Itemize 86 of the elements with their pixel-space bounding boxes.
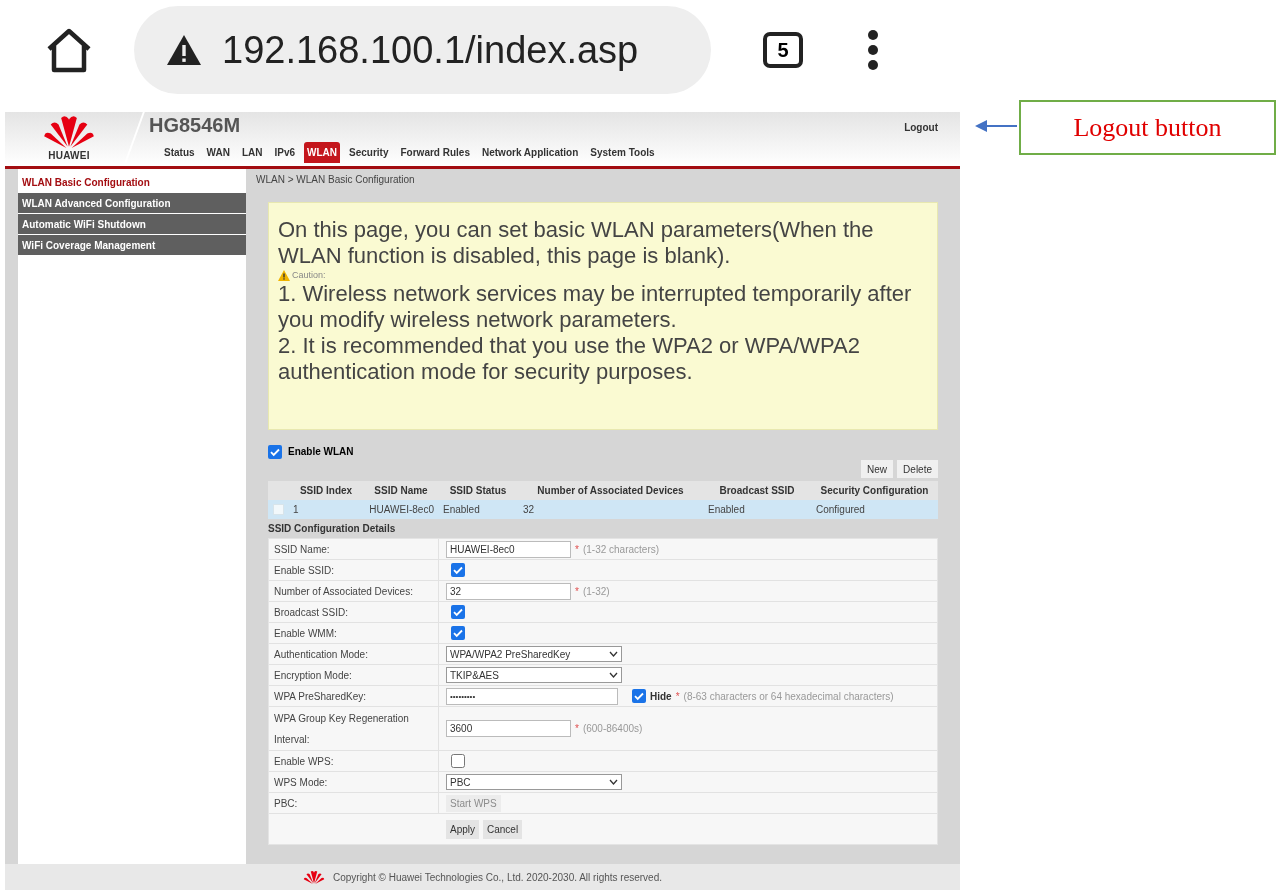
- column-header: Number of Associated Devices: [537, 484, 684, 498]
- nav-tab[interactable]: Network Application: [479, 142, 582, 163]
- annotation-label: Logout button: [1019, 100, 1276, 155]
- field-label: SSID Name:: [274, 542, 330, 557]
- column-header: Broadcast SSID: [719, 484, 795, 498]
- required-mark: *: [675, 689, 680, 704]
- checkbox[interactable]: [632, 689, 646, 703]
- field-hint: (600-86400s): [582, 722, 643, 736]
- checkbox[interactable]: [451, 754, 465, 768]
- field-label: Encryption Mode:: [274, 668, 352, 683]
- checkbox[interactable]: [451, 605, 465, 619]
- caution-label: Caution:: [292, 269, 326, 281]
- url-text: 192.168.100.1/index.asp: [222, 27, 639, 73]
- nav-tab[interactable]: Security: [346, 142, 392, 163]
- dropdown[interactable]: WPA/WPA2 PreSharedKey: [446, 646, 622, 662]
- caret-icon: [609, 651, 618, 657]
- caret-icon: [609, 672, 618, 678]
- action-button[interactable]: Apply: [446, 819, 479, 839]
- nav-tab[interactable]: Forward Rules: [397, 142, 473, 163]
- petal-logo-icon: [302, 870, 325, 884]
- field-label: Enable WPS:: [274, 754, 334, 769]
- address-bar[interactable]: 192.168.100.1/index.asp: [134, 6, 711, 94]
- model-name: HG8546M: [149, 113, 242, 138]
- field-label: Authentication Mode:: [274, 647, 368, 662]
- action-button[interactable]: Cancel: [483, 819, 523, 839]
- table-cell-text: 32: [523, 503, 535, 517]
- field-hint: (1-32 characters): [582, 542, 660, 557]
- warning-icon: [278, 269, 290, 281]
- sidebar-item[interactable]: WLAN Advanced Configuration: [18, 193, 246, 213]
- notice-text: 2. It is recommended that you use the WPA2 or WPA/WPA2 authentication mode for security purposes.: [278, 333, 861, 385]
- checkbox[interactable]: [451, 563, 465, 577]
- sidebar-item[interactable]: WiFi Coverage Management: [18, 235, 246, 255]
- field-label: WPS Mode:: [274, 775, 328, 790]
- warning-icon: [166, 34, 202, 66]
- field-label: Enable WMM:: [274, 626, 337, 641]
- table-cell-text: Configured: [816, 503, 865, 517]
- table-button[interactable]: New: [861, 460, 894, 478]
- required-mark: *: [575, 584, 579, 599]
- field-label: Number of Associated Devices:: [274, 584, 413, 599]
- copyright-text: Copyright © Huawei Technologies Co., Ltd. 2020-2030. All rights reserved.: [332, 870, 662, 885]
- nav-tab[interactable]: WLAN: [304, 142, 341, 163]
- tab-count[interactable]: 5: [763, 32, 803, 68]
- input-field[interactable]: 32: [446, 582, 571, 600]
- column-header: SSID Status: [449, 484, 507, 498]
- nav-tab[interactable]: IPv6: [271, 142, 299, 163]
- required-mark: *: [575, 542, 579, 557]
- required-mark: *: [575, 722, 579, 736]
- dropdown[interactable]: PBC: [446, 774, 622, 790]
- logout-link[interactable]: Logout: [904, 120, 938, 135]
- table-button[interactable]: Delete: [897, 460, 938, 478]
- nav-tab[interactable]: WAN: [203, 142, 233, 163]
- brand-name: HUAWEI: [48, 149, 90, 163]
- notice-text: On this page, you can set basic WLAN parameters(When the WLAN function is disabled, this page is blank).: [278, 217, 875, 269]
- checkbox[interactable]: [451, 626, 465, 640]
- checkbox-label: Enable WLAN: [288, 445, 354, 459]
- breadcrumb: WLAN > WLAN Basic Configuration: [256, 172, 415, 187]
- field-label: WPA Group Key Regeneration Interval:: [274, 711, 410, 747]
- column-header: SSID Index: [299, 484, 353, 498]
- checkbox-label: Hide: [650, 689, 672, 704]
- table-row[interactable]: 1 HUAWEI-8ec0 Enabled 32 Enabled Configured: [268, 500, 938, 519]
- menu-icon[interactable]: [867, 30, 879, 70]
- table-cell-text: 1: [293, 503, 299, 517]
- dropdown[interactable]: TKIP&AES: [446, 667, 622, 683]
- nav-tab[interactable]: LAN: [238, 142, 266, 163]
- notice-text: 1. Wireless network services may be interrupted temporarily after you modify wireless network parameters.: [278, 281, 913, 333]
- field-label: Enable SSID:: [274, 563, 335, 578]
- section-title: SSID Configuration Details: [268, 522, 397, 536]
- field-hint: (8-63 characters or 64 hexadecimal characters): [683, 689, 894, 704]
- field-label: Broadcast SSID:: [274, 605, 348, 620]
- column-header: Security Configuration: [820, 484, 929, 498]
- field-label: WPA PreSharedKey:: [274, 689, 367, 704]
- table-cell-text: Enabled: [708, 503, 745, 517]
- input-field[interactable]: HUAWEI-8ec0: [446, 540, 571, 558]
- field-label: PBC:: [274, 796, 298, 811]
- field-hint: (1-32): [582, 584, 610, 599]
- column-header: SSID Name: [374, 484, 428, 498]
- caret-icon: [609, 779, 618, 785]
- checkbox[interactable]: [268, 444, 282, 459]
- table-cell-text: HUAWEI-8ec0: [369, 503, 434, 517]
- arrow-icon: [975, 120, 1017, 132]
- sidebar-item[interactable]: Automatic WiFi Shutdown: [18, 214, 246, 234]
- nav-tab[interactable]: System Tools: [587, 142, 658, 163]
- input-field[interactable]: 3600: [446, 720, 571, 737]
- password-field[interactable]: •••••••••: [446, 687, 618, 705]
- nav-tab[interactable]: Status: [161, 142, 198, 163]
- table-cell-text: Enabled: [443, 503, 480, 517]
